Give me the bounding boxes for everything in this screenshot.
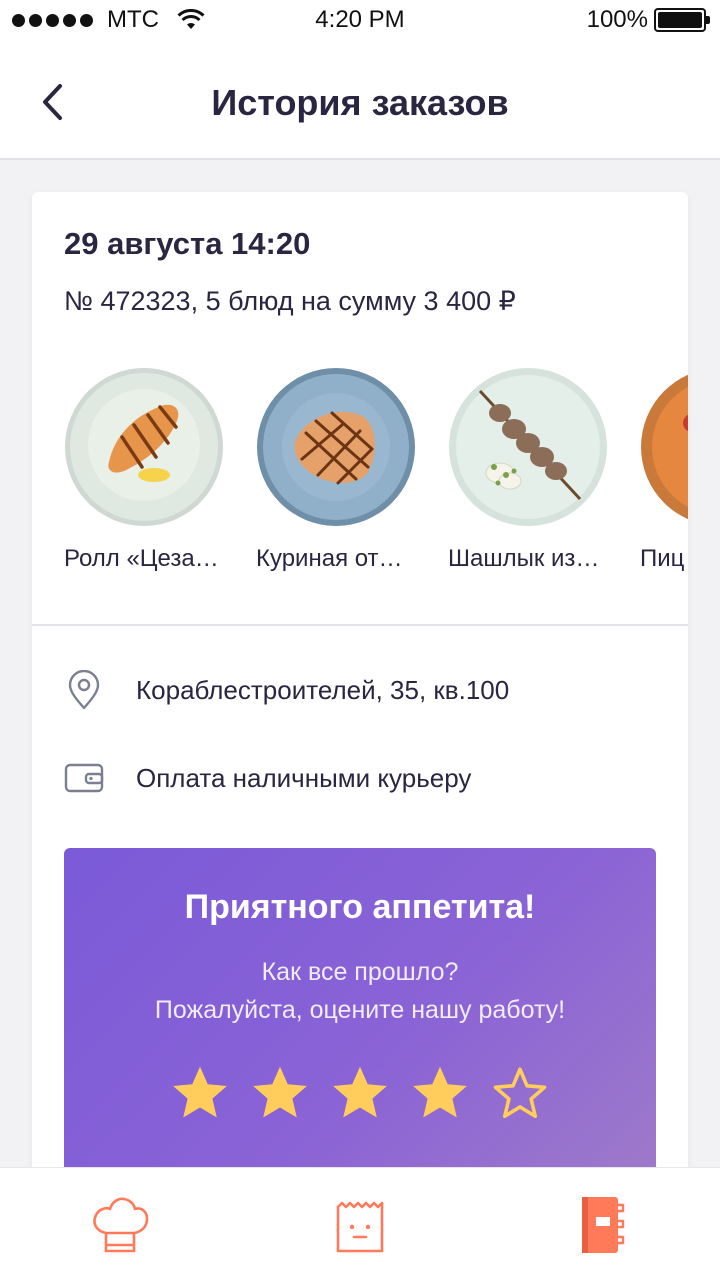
dish-item[interactable]: Шашлык из… (448, 367, 616, 572)
chef-hat-icon (93, 1197, 149, 1253)
dish-name: Куриная от… (256, 545, 403, 572)
rating-title: Приятного аппетита! (184, 888, 536, 926)
divider (32, 624, 688, 626)
address-text: Кораблестроителей, 35, кв.100 (136, 674, 510, 705)
wallet-icon (64, 763, 104, 793)
star-filled-icon[interactable] (409, 1062, 471, 1124)
tab-orders[interactable] (565, 1190, 635, 1260)
rating-prompt: Пожалуйста, оцените нашу работу! (154, 996, 566, 1024)
dish-item[interactable]: Ролл «Цеза… (64, 367, 232, 572)
rating-banner: Приятного аппетита! Как все прошло? Пожа… (64, 848, 656, 1192)
grilled-chicken-plate-image (257, 368, 415, 526)
kebab-skewer-plate-image (449, 368, 607, 526)
order-date: 29 августа 14:20 (64, 226, 311, 261)
location-pin-icon (68, 670, 100, 710)
order-card: 29 августа 14:20 № 472323, 5 блюд на сум… (32, 192, 688, 1192)
dishes-carousel[interactable]: Ролл «Цеза… Куриная от… Шашлык из… Пиц (64, 367, 688, 587)
notebook-icon (582, 1197, 625, 1253)
tab-menu[interactable] (85, 1190, 155, 1260)
battery-icon (654, 8, 710, 32)
header: История заказов (0, 40, 720, 160)
dish-name: Пиц (640, 545, 685, 572)
address-row: Кораблестроителей, 35, кв.100 (64, 670, 509, 710)
battery-percent: 100% (586, 6, 648, 33)
star-filled-icon[interactable] (329, 1062, 391, 1124)
star-filled-icon[interactable] (169, 1062, 231, 1124)
rating-stars (64, 1062, 656, 1124)
dish-item[interactable]: Куриная от… (256, 367, 424, 572)
tab-cart[interactable] (325, 1190, 395, 1260)
tab-bar (0, 1167, 720, 1280)
status-right: 100% (586, 6, 710, 34)
payment-text: Оплата наличными курьеру (136, 762, 472, 793)
page-title: История заказов (211, 82, 509, 123)
order-summary: № 472323, 5 блюд на сумму 3 400 ₽ (64, 286, 516, 316)
grilled-salmon-plate-image (65, 368, 223, 526)
pizza-image (641, 374, 688, 520)
star-filled-icon[interactable] (249, 1062, 311, 1124)
payment-row: Оплата наличными курьеру (64, 758, 471, 798)
star-empty-icon[interactable] (489, 1062, 551, 1124)
status-bar: МТС 4:20 PM 100% (0, 0, 720, 40)
bag-icon (336, 1201, 384, 1253)
dish-name: Ролл «Цеза… (64, 545, 219, 572)
dish-name: Шашлык из… (448, 545, 600, 572)
dish-item[interactable]: Пиц (640, 367, 688, 572)
rating-question: Как все прошло? (261, 958, 459, 986)
